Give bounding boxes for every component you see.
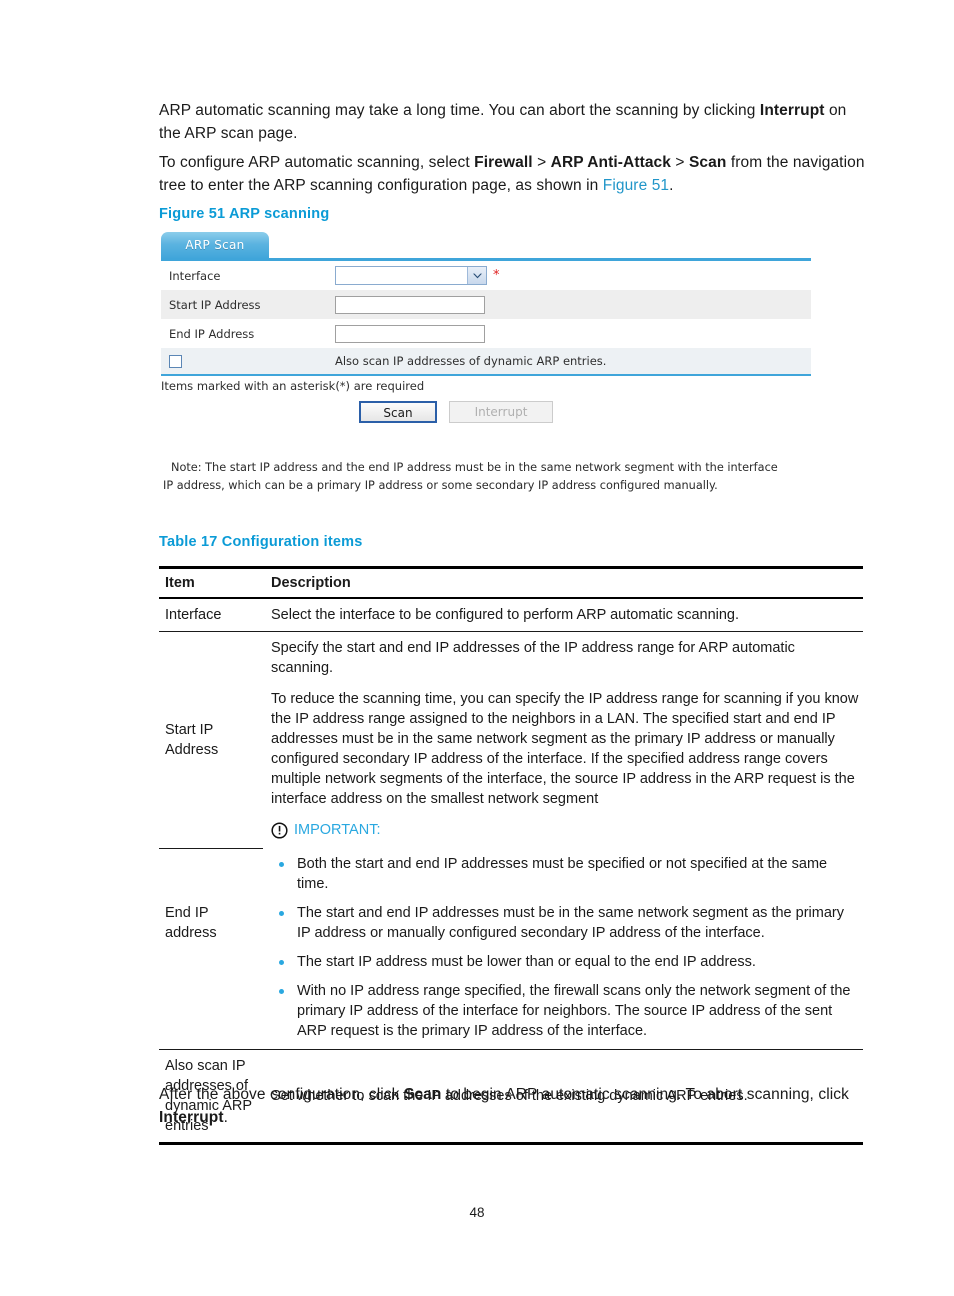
table-17-configuration-items: Item Description Interface Select the in… <box>159 566 863 1145</box>
dynamic-arp-caption: Also scan IP addresses of dynamic ARP en… <box>335 354 607 368</box>
document-page: ARP automatic scanning may take a long t… <box>0 0 954 1296</box>
config-arp-anti-attack-bold: ARP Anti-Attack <box>550 154 672 171</box>
arp-scan-screenshot: ARP Scan Interface * Start IP Address En… <box>161 232 811 423</box>
dynamic-arp-checkbox[interactable] <box>169 354 182 368</box>
row-item-line-2: address <box>165 925 217 941</box>
column-header-description: Description <box>271 574 351 591</box>
required-asterisk-interface: * <box>493 268 500 283</box>
note-line-1: Note: The start IP address and the end I… <box>171 461 778 474</box>
important-bullet-list-wrap: Both the start and end IP addresses must… <box>263 854 863 1049</box>
field-end-ip <box>335 324 811 343</box>
page-number: 48 <box>469 1205 485 1220</box>
list-item: Both the start and end IP addresses must… <box>271 854 859 894</box>
row-item-end-ip-address: End IP address <box>159 849 263 997</box>
row-item-line-1: Also scan IP <box>165 1058 246 1074</box>
after-interrupt-bold: Interrupt <box>159 1108 224 1126</box>
config-firewall-bold: Firewall <box>474 154 533 171</box>
field-dynamic-arp-caption: Also scan IP addresses of dynamic ARP en… <box>335 354 811 368</box>
field-start-ip <box>335 295 811 314</box>
desc-paragraph: To reduce the scanning time, you can spe… <box>271 691 859 807</box>
desc-paragraph: Specify the start and end IP addresses o… <box>271 640 795 676</box>
table-header-row: Item Description <box>159 569 863 597</box>
column-header-item: Item <box>165 574 195 591</box>
form-row-end-ip: End IP Address <box>161 319 811 348</box>
row-desc-interface: Select the interface to be configured to… <box>263 599 863 631</box>
start-ip-address-input[interactable] <box>335 295 485 314</box>
row-item-interface: Interface <box>165 607 222 623</box>
scan-button[interactable]: Scan <box>359 401 437 423</box>
chevron-down-icon[interactable] <box>467 267 486 284</box>
config-text-end: . <box>669 176 674 194</box>
desc-paragraph: Select the interface to be configured to… <box>271 607 740 623</box>
tab-arp-scan[interactable]: ARP Scan <box>161 232 269 259</box>
after-text-part2: to begin ARP automatic scanning. To abor… <box>441 1086 850 1103</box>
after-text-end: . <box>223 1108 229 1126</box>
important-label: IMPORTANT: <box>294 822 381 838</box>
table-bottom-rule <box>159 1142 863 1145</box>
checkbox-cell <box>161 354 335 368</box>
row-item-start-ip-address: Start IP Address <box>159 632 263 848</box>
end-ip-address-input[interactable] <box>335 324 485 343</box>
screenshot-note: Note: The start IP address and the end I… <box>163 459 823 494</box>
interrupt-button: Interrupt <box>449 401 553 423</box>
row-item-line-1: Start IP <box>165 722 214 738</box>
paragraph-after-configuration: After the above configuration, click Sca… <box>159 1084 865 1130</box>
list-item: The start IP address must be lower than … <box>271 952 859 972</box>
table-row: End IP address Both the start and end IP… <box>159 848 863 1049</box>
form-row-interface: Interface * <box>161 261 811 290</box>
row-item-line-1: End IP <box>165 905 209 921</box>
list-item: The start and end IP addresses must be i… <box>271 903 859 943</box>
note-line-2: IP address, which can be a primary IP ad… <box>163 478 718 492</box>
tabbar-underline <box>161 258 811 261</box>
intro-text-part1: ARP automatic scanning may take a long t… <box>159 102 760 119</box>
button-row: Scan Interrupt <box>161 393 811 423</box>
interface-select[interactable] <box>335 266 487 285</box>
after-text-part1: After the above configuration, click <box>159 1086 404 1103</box>
table-17-caption: Table 17 Configuration items <box>159 534 363 550</box>
intro-interrupt-bold: Interrupt <box>759 102 825 119</box>
table-row: Start IP Address Specify the start and e… <box>159 632 863 848</box>
figure-51-crossref[interactable]: Figure 51 <box>603 177 669 194</box>
important-bullet-list: Both the start and end IP addresses must… <box>271 854 859 1041</box>
important-callout-header: IMPORTANT: <box>271 820 859 840</box>
arp-scan-tabbar: ARP Scan <box>161 232 811 261</box>
form-row-start-ip: Start IP Address <box>161 290 811 319</box>
list-item: With no IP address range specified, the … <box>271 981 859 1041</box>
config-scan-bold: Scan <box>688 154 727 171</box>
field-interface: * <box>335 266 811 285</box>
paragraph-configure: To configure ARP automatic scanning, sel… <box>159 152 865 198</box>
exclamation-circle-icon <box>271 821 288 839</box>
paragraph-intro: ARP automatic scanning may take a long t… <box>159 100 865 146</box>
config-separator-2: > <box>671 154 689 171</box>
table-row: Interface Select the interface to be con… <box>159 599 863 631</box>
row-desc-start-ip-address: Specify the start and end IP addresses o… <box>263 632 863 848</box>
label-start-ip-address: Start IP Address <box>169 297 261 312</box>
config-separator-1: > <box>532 154 551 171</box>
asterisk-note: Items marked with an asterisk(*) are req… <box>161 379 425 393</box>
label-interface: Interface <box>169 268 221 283</box>
row-item-end-ip-address-cell: End IP address <box>159 848 263 1049</box>
form-row-dynamic-arp: Also scan IP addresses of dynamic ARP en… <box>161 348 811 374</box>
row-desc-end-ip-address: Both the start and end IP addresses must… <box>263 848 863 1049</box>
row-item-line-2: Address <box>165 742 219 758</box>
label-end-ip-address: End IP Address <box>169 326 255 341</box>
after-scan-bold: Scan <box>403 1086 442 1103</box>
figure-51-caption: Figure 51 ARP scanning <box>159 206 330 222</box>
config-text-part1: To configure ARP automatic scanning, sel… <box>159 154 475 171</box>
